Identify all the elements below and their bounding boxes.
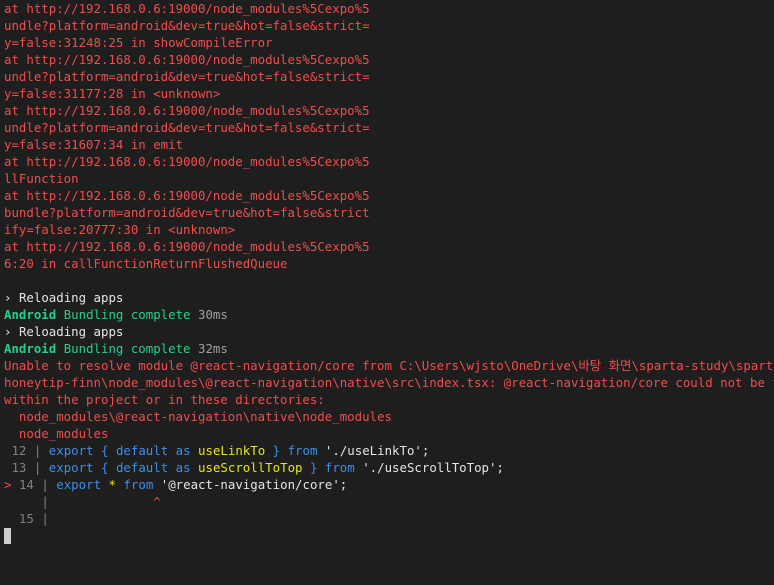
stack-trace: at http://192.168.0.6:19000/node_modules…: [4, 0, 774, 272]
stack-trace-line: undle?platform=android&dev=true&hot=fals…: [4, 120, 370, 135]
keyword-export: export: [48, 460, 94, 475]
error-caret: ^: [153, 494, 161, 509]
terminal-output[interactable]: at http://192.168.0.6:19000/node_modules…: [0, 0, 774, 585]
directory-path: node_modules: [4, 426, 109, 441]
reload-line-1: › Reloading apps: [4, 289, 774, 306]
export-identifier: useScrollToTop: [198, 460, 303, 475]
terminal-cursor: [4, 528, 11, 544]
stack-trace-line: at http://192.168.0.6:19000/node_modules…: [4, 1, 370, 16]
stack-trace-line: at http://192.168.0.6:19000/node_modules…: [4, 103, 370, 118]
semicolon: ;: [421, 443, 430, 458]
platform-label: Android: [4, 341, 57, 356]
line-number: 12: [11, 443, 27, 458]
stack-trace-line: y=false:31248:25 in showCompileError: [4, 35, 273, 50]
gutter-separator: |: [33, 443, 42, 458]
keyword-default: default: [115, 460, 169, 475]
prompt-chevron-icon: ›: [4, 290, 12, 305]
stack-trace-line: 6:20 in callFunctionReturnFlushedQueue: [4, 256, 288, 271]
line-number: 14: [18, 477, 34, 492]
code-frame: 12 | export { default as useLinkTo } fro…: [4, 442, 774, 476]
error-message-line: Unable to resolve module @react-navigati…: [4, 358, 774, 373]
keyword-from: from: [324, 460, 355, 475]
keyword-from: from: [123, 477, 154, 492]
module-string: '@react-navigation/core': [160, 477, 340, 492]
error-message-line: within the project or in these directori…: [4, 392, 325, 407]
error-message: Unable to resolve module @react-navigati…: [4, 357, 774, 408]
stack-trace-line: bundle?platform=android&dev=true&hot=fal…: [4, 205, 370, 220]
reload-text: Reloading apps: [18, 290, 124, 305]
keyword-default: default: [115, 443, 169, 458]
line-number: 15: [18, 511, 34, 526]
stack-trace-line: at http://192.168.0.6:19000/node_modules…: [4, 52, 370, 67]
keyword-export: export: [56, 477, 102, 492]
module-string: './useLinkTo': [324, 443, 422, 458]
code-frame-empty-line: 15 |: [4, 510, 774, 527]
stack-trace-line: y=false:31607:34 in emit: [4, 137, 184, 152]
keyword-export: export: [48, 443, 94, 458]
line-number: 13: [11, 460, 27, 475]
platform-label: Android: [4, 307, 57, 322]
gutter-separator: |: [41, 494, 49, 509]
stack-trace-line: at http://192.168.0.6:19000/node_modules…: [4, 154, 370, 169]
keyword-from: from: [287, 443, 318, 458]
code-frame-line: 13 | export { default as useScrollToTop …: [4, 459, 774, 476]
stack-trace-line: y=false:31177:28 in <unknown>: [4, 86, 221, 101]
gutter-separator: |: [33, 460, 42, 475]
code-frame-line: 12 | export { default as useLinkTo } fro…: [4, 442, 774, 459]
gutter-separator: |: [41, 477, 49, 492]
error-message-line: honeytip-finn\node_modules\@react-naviga…: [4, 375, 774, 390]
stack-trace-line: at http://192.168.0.6:19000/node_modules…: [4, 239, 370, 254]
bundle-status: Bundling complete: [63, 307, 191, 322]
prompt-chevron-icon: ›: [4, 324, 12, 339]
stack-trace-line: llFunction: [4, 171, 79, 186]
star-token: *: [108, 477, 116, 492]
stack-trace-line: at http://192.168.0.6:19000/node_modules…: [4, 188, 370, 203]
semicolon: ;: [496, 460, 504, 475]
export-identifier: useLinkTo: [198, 443, 266, 458]
brace-close: }: [272, 443, 281, 458]
stack-trace-line: undle?platform=android&dev=true&hot=fals…: [4, 18, 370, 33]
bundle-line-2: Android Bundling complete 32ms: [4, 340, 774, 357]
directory-path: node_modules\@react-navigation\native\no…: [4, 409, 392, 424]
bundle-time: 32ms: [197, 341, 228, 356]
brace-open: {: [101, 443, 109, 458]
reload-line-2: › Reloading apps: [4, 323, 774, 340]
reload-text: Reloading apps: [18, 324, 124, 339]
bundle-time: 30ms: [197, 307, 228, 322]
code-frame-error-line: > 14 | export * from '@react-navigation/…: [4, 476, 774, 493]
module-string: './useScrollToTop': [362, 460, 497, 475]
keyword-as: as: [175, 443, 191, 458]
brace-open: {: [101, 460, 109, 475]
caret-line: | ^: [4, 493, 774, 510]
semicolon: ;: [339, 477, 348, 492]
bundle-line-1: Android Bundling complete 30ms: [4, 306, 774, 323]
stack-trace-line: undle?platform=android&dev=true&hot=fals…: [4, 69, 370, 84]
stack-trace-line: ify=false:20777:30 in <unknown>: [4, 222, 236, 237]
bundle-status: Bundling complete: [63, 341, 191, 356]
keyword-as: as: [175, 460, 191, 475]
brace-close: }: [309, 460, 318, 475]
error-marker-icon: >: [4, 477, 12, 492]
gutter-separator: |: [41, 511, 49, 526]
search-directories: node_modules\@react-navigation\native\no…: [4, 408, 774, 442]
